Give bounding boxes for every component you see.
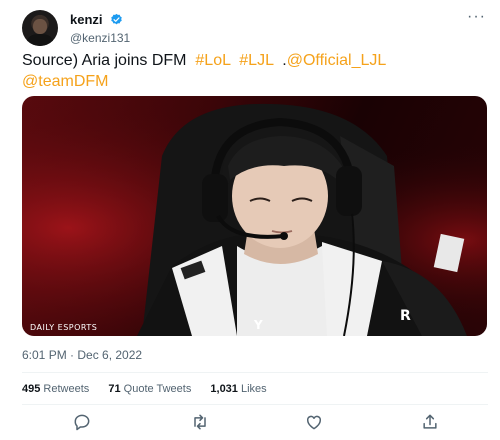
tweet-header: kenzi @kenzi131 ··· <box>22 9 488 46</box>
avatar-face <box>33 19 47 34</box>
media-watermark: DAILY ESPORTS <box>30 323 98 332</box>
tweet-timestamp[interactable]: 6:01 PM · Dec 6, 2022 <box>22 348 142 362</box>
mention-official-ljl[interactable]: @Official_LJL <box>287 52 387 69</box>
author-info: kenzi @kenzi131 <box>70 11 130 46</box>
tweet-stats: 495 Retweets 71 Quote Tweets 1,031 Likes <box>22 383 283 395</box>
likes-stat[interactable]: 1,031 Likes <box>210 383 266 395</box>
retweet-icon[interactable] <box>190 412 210 432</box>
quotes-label: Quote Tweets <box>123 383 192 395</box>
svg-text:R: R <box>400 308 411 324</box>
avatar[interactable] <box>22 10 58 46</box>
svg-text:Y: Y <box>253 318 263 332</box>
retweets-count: 495 <box>22 383 41 395</box>
reply-icon[interactable] <box>72 412 92 432</box>
divider <box>22 372 488 373</box>
hashtag-lol[interactable]: #LoL <box>195 52 230 69</box>
verified-icon <box>111 14 122 25</box>
like-icon[interactable] <box>304 412 324 432</box>
author-display-name[interactable]: kenzi <box>70 12 103 28</box>
author-handle[interactable]: @kenzi131 <box>70 30 130 46</box>
tweet-text: Source) Aria joins DFM #LoL #LJL .@Offic… <box>22 50 488 92</box>
player-photo: Y R <box>22 96 487 336</box>
likes-count: 1,031 <box>210 383 238 395</box>
tweet-media-photo[interactable]: Y R DAILY ESPORTS <box>22 96 487 336</box>
tweet-text-plain: Source) Aria joins DFM <box>22 52 196 69</box>
avatar-body <box>27 34 53 46</box>
share-icon[interactable] <box>420 412 440 432</box>
tweet-actions <box>22 410 488 434</box>
more-icon[interactable]: ··· <box>467 9 486 25</box>
retweets-stat[interactable]: 495 Retweets <box>22 383 89 395</box>
quote-tweets-stat[interactable]: 71 Quote Tweets <box>108 383 191 395</box>
tweet-text-plain <box>230 52 239 69</box>
quotes-count: 71 <box>108 383 121 395</box>
retweets-label: Retweets <box>43 383 90 395</box>
mention-teamdfm[interactable]: @teamDFM <box>22 73 108 90</box>
hashtag-ljl[interactable]: #LJL <box>239 52 273 69</box>
tweet-text-plain: . <box>273 52 287 69</box>
likes-label: Likes <box>240 383 267 395</box>
divider <box>22 404 488 405</box>
